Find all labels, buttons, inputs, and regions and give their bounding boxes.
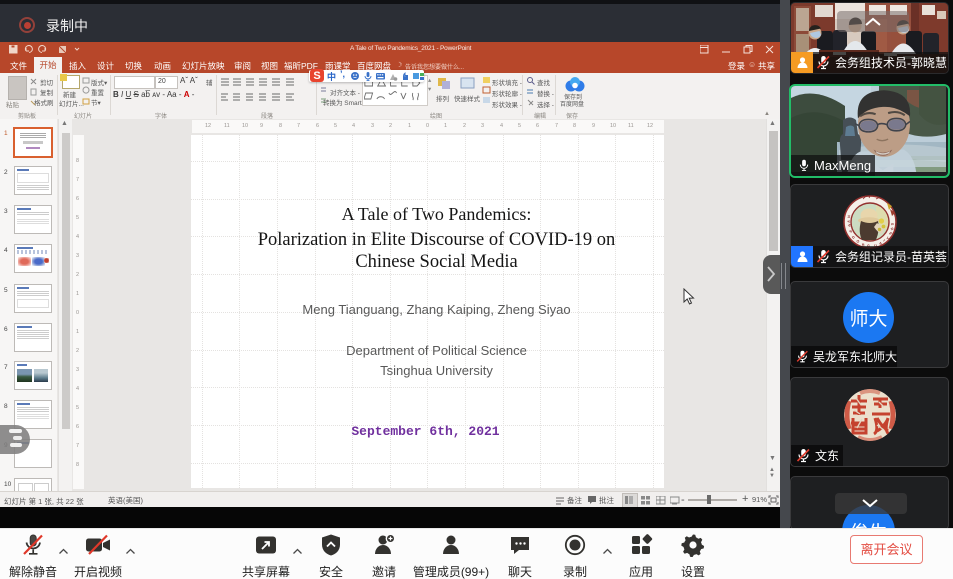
svg-text:S: S: [313, 70, 320, 82]
